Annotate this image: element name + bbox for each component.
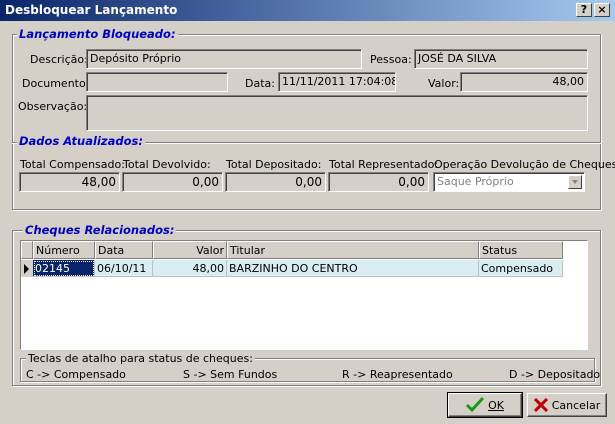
updated-title: Dados Atualizados: [17,134,145,148]
table-row-titular[interactable]: BARZINHO DO CENTRO [227,260,479,277]
operacao-select-value: Saque Próprio [437,175,514,188]
data-field[interactable]: 11/11/2011 17:04:08 [278,72,396,92]
table-row-status[interactable]: Compensado [479,260,563,277]
operacao-select[interactable]: Saque Próprio [433,172,585,192]
valor-label: Valor: [428,77,460,90]
shortcut-reapresentado: R -> Reapresentado [342,368,453,381]
cheques-title: Cheques Relacionados: [23,223,177,237]
total-devolvido-field[interactable]: 0,00 [122,172,223,192]
total-representado-field[interactable]: 0,00 [328,172,429,192]
x-icon [533,398,548,412]
check-icon [466,397,485,413]
operacao-label: Operação Devolução de Cheques: [434,158,615,171]
pessoa-field[interactable]: JOSÉ DA SILVA [414,49,588,69]
grid-corner [21,241,33,259]
documento-label: Documento: [22,77,90,90]
col-header-numero[interactable]: Número [33,241,95,259]
row-indicator-icon [21,260,33,277]
window-title: Desbloquear Lançamento [5,3,178,17]
col-header-valor[interactable]: Valor [153,241,227,259]
documento-field[interactable] [86,72,228,92]
ok-label: OK [488,398,504,412]
data-label: Data: [245,77,275,90]
title-bar[interactable]: Desbloquear Lançamento ? × [0,0,615,21]
col-header-data[interactable]: Data [95,241,153,259]
col-header-status[interactable]: Status [479,241,563,259]
cheques-grid[interactable]: Número Data Valor Titular Status 02145 0… [20,240,588,350]
valor-field[interactable]: 48,00 [460,72,588,92]
locked-entry-title: Lançamento Bloqueado: [17,27,178,41]
cancel-button[interactable]: Cancelar [527,393,607,417]
shortcut-depositado: D -> Depositado [509,368,601,381]
shortcuts-title: Teclas de atalho para status de cheques: [26,352,255,365]
descricao-label: Descrição: [30,53,88,66]
pessoa-label: Pessoa: [370,53,412,66]
descricao-field[interactable]: Depósito Próprio [86,49,362,69]
total-compensado-field[interactable]: 48,00 [19,172,120,192]
total-depositado-field[interactable]: 0,00 [225,172,326,192]
total-devolvido-label: Total Devolvido: [123,158,211,171]
close-button[interactable]: × [594,3,610,17]
table-row-valor[interactable]: 48,00 [153,260,227,277]
table-row-data[interactable]: 06/10/11 [95,260,153,277]
chevron-down-icon[interactable] [568,175,582,189]
total-depositado-label: Total Depositado: [226,158,322,171]
shortcut-sem-fundos: S -> Sem Fundos [183,368,278,381]
observacao-label: Observação: [18,100,88,113]
total-representado-label: Total Representado: [329,158,439,171]
col-header-titular[interactable]: Titular [227,241,479,259]
help-button[interactable]: ? [576,3,592,17]
table-row-numero[interactable]: 02145 [33,260,95,277]
shortcut-compensado: C -> Compensado [26,368,126,381]
cancel-label: Cancelar [551,398,601,412]
observacao-field[interactable] [86,95,588,131]
total-compensado-label: Total Compensado: [20,158,125,171]
ok-button[interactable]: OK [447,392,523,418]
